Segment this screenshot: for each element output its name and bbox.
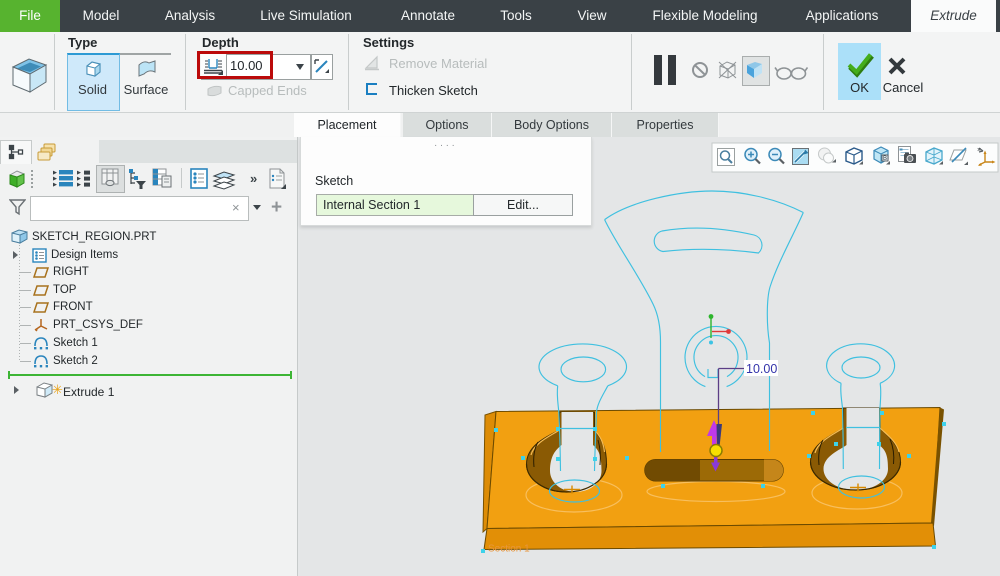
svg-text:Section 1: Section 1 <box>488 544 530 555</box>
svg-text:B: B <box>883 156 887 162</box>
svg-text:10.00: 10.00 <box>746 362 777 376</box>
svg-text:×: × <box>977 147 981 154</box>
